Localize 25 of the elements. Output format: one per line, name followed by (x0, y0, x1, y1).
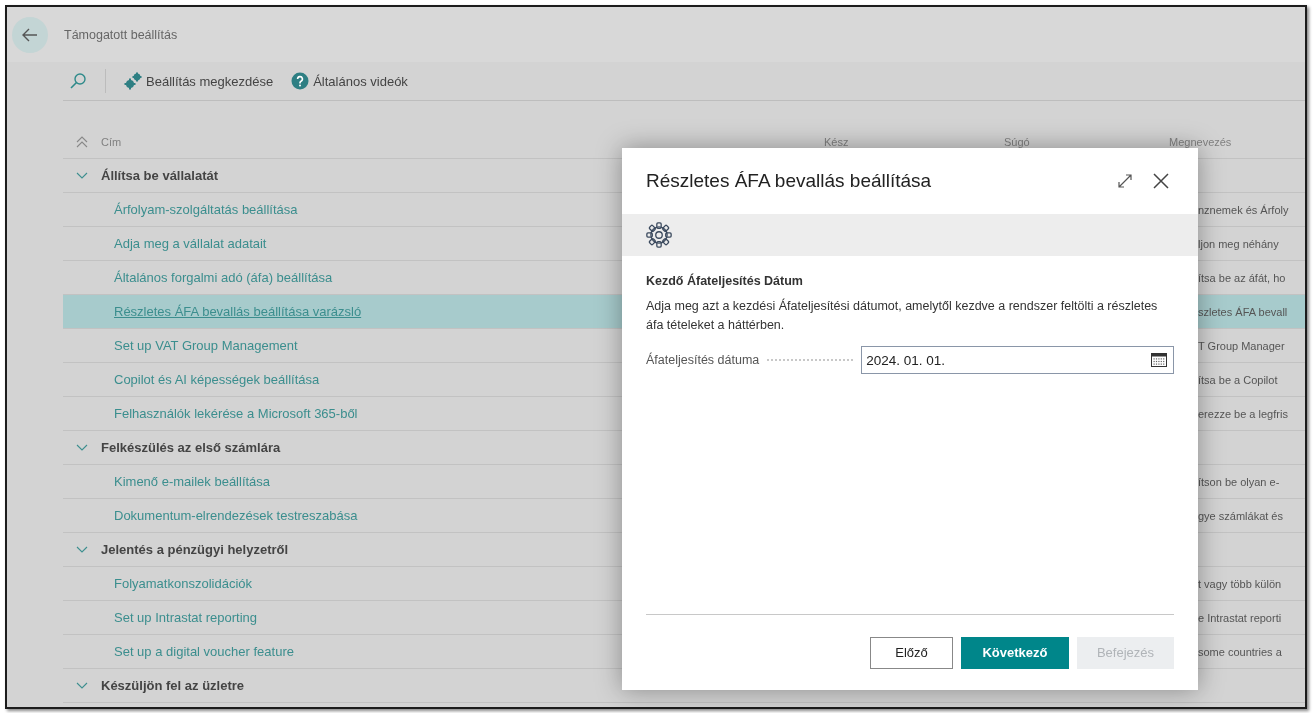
description-cell: nznemek és Árfoly (1198, 203, 1289, 216)
description-cell: ljon meg néhány (1198, 237, 1279, 250)
description-cell: e Intrastat reporti (1198, 611, 1282, 624)
description-cell: ítsa be a Copilot (1198, 373, 1278, 386)
description-cell: gye számlákat és (1198, 509, 1283, 522)
section-heading: Kezdő Áfateljesítés Dátum (646, 274, 804, 288)
group-title: Felkészülés az első számlára (101, 440, 281, 455)
group-title: Készüljön fel az üzletre (101, 678, 245, 693)
column-header: Súgó (1004, 135, 1030, 148)
page-title: Támogatott beállítás (64, 27, 178, 42)
description-cell: szletes ÁFA bevall (1198, 305, 1288, 318)
description-cell: some countries a (1198, 645, 1282, 658)
description-cell: ítson be olyan e- (1198, 475, 1280, 488)
description-cell: erezze be a legfris (1198, 407, 1288, 420)
description-cell: T Group Manager (1198, 339, 1285, 352)
column-header: Cím (101, 135, 122, 148)
column-header: Kész (824, 135, 849, 148)
description-cell: t vagy több külön (1198, 577, 1282, 590)
group-title: Jelentés a pénzügyi helyzetről (101, 542, 289, 557)
description-cell: ítsa be az áfát, ho (1198, 271, 1286, 284)
instruction-text: Adja meg azt a kezdési Áfateljesítési dátumot, amelytől kezdve a rendszer feltölti a részletes áfa tételeket a háttérben. (646, 297, 1159, 334)
column-header: Megnevezés (1169, 135, 1232, 148)
field-label: Áfateljesítés dátuma (646, 353, 760, 367)
dialog-title: Részletes ÁFA bevallás beállítása (646, 170, 933, 192)
group-title: Állítsa be vállalatát (101, 168, 219, 183)
